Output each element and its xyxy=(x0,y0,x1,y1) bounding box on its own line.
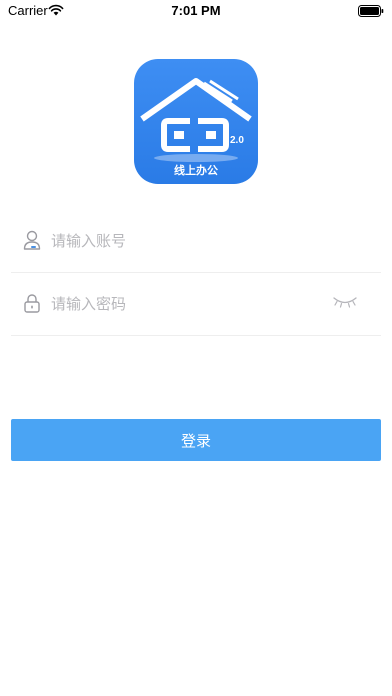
login-button[interactable]: 登录 xyxy=(11,419,381,461)
account-field xyxy=(11,210,381,273)
password-field xyxy=(11,273,381,336)
status-bar: Carrier 7:01 PM xyxy=(0,0,392,22)
logo-version: 2.0 xyxy=(230,135,244,146)
eye-closed-icon[interactable] xyxy=(332,295,358,309)
password-input[interactable] xyxy=(51,291,331,317)
user-icon xyxy=(23,230,41,250)
lock-icon xyxy=(24,294,40,313)
battery-icon xyxy=(358,5,384,17)
logo-caption: 线上办公 xyxy=(174,164,218,177)
account-input[interactable] xyxy=(51,228,331,254)
app-logo: 2.0 线上办公 xyxy=(134,59,258,184)
status-time: 7:01 PM xyxy=(171,3,221,18)
